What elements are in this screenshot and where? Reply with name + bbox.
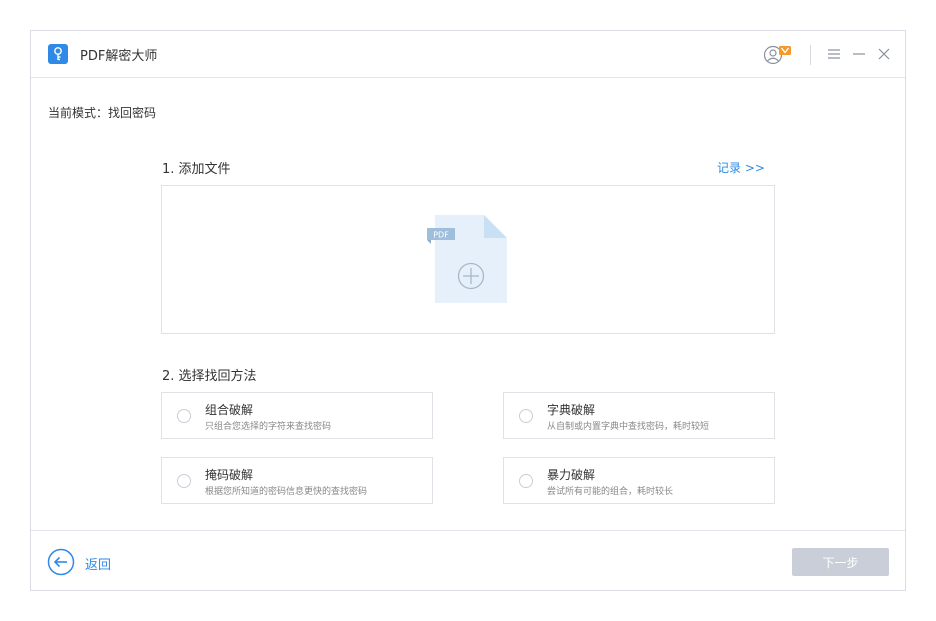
method-title: 掩码破解 xyxy=(205,468,254,482)
mode-value: 找回密码 xyxy=(108,106,157,120)
titlebar-divider xyxy=(810,45,811,65)
pdf-badge: PDF xyxy=(433,231,449,240)
method-option-brute-force[interactable]: 暴力破解 尝试所有可能的组合，耗时较长 xyxy=(503,457,775,504)
app-window: PDF解密大师 当前模式：找回密码 1. 添加文件 记录 >> PDF 2. 选… xyxy=(30,30,906,591)
back-button[interactable]: 返回 xyxy=(85,554,111,573)
radio-button[interactable] xyxy=(177,409,191,423)
next-step-button[interactable]: 下一步 xyxy=(792,548,889,576)
method-heading: 2. 选择找回方法 xyxy=(162,369,257,384)
title-bar: PDF解密大师 xyxy=(31,31,905,78)
radio-button[interactable] xyxy=(177,474,191,488)
records-link[interactable]: 记录 >> xyxy=(717,159,765,176)
method-option-mask[interactable]: 掩码破解 根据您所知道的密码信息更快的查找密码 xyxy=(161,457,433,504)
user-account-icon[interactable] xyxy=(762,43,796,67)
method-title: 组合破解 xyxy=(205,403,254,417)
method-description: 尝试所有可能的组合，耗时较长 xyxy=(547,487,674,497)
app-title: PDF解密大师 xyxy=(80,49,158,64)
mode-label: 当前模式： xyxy=(48,106,109,120)
menu-icon[interactable] xyxy=(824,43,844,65)
add-file-heading: 1. 添加文件 xyxy=(162,162,231,177)
close-icon[interactable] xyxy=(874,43,894,65)
method-option-combination[interactable]: 组合破解 只组合您选择的字符来查找密码 xyxy=(161,392,433,439)
current-mode: 当前模式：找回密码 xyxy=(48,104,156,121)
method-option-dictionary[interactable]: 字典破解 从自制或内置字典中查找密码，耗时较短 xyxy=(503,392,775,439)
method-description: 从自制或内置字典中查找密码，耗时较短 xyxy=(547,422,710,432)
method-description: 只组合您选择的字符来查找密码 xyxy=(205,422,332,432)
back-arrow-icon[interactable] xyxy=(47,548,75,576)
radio-button[interactable] xyxy=(519,409,533,423)
file-drop-zone[interactable]: PDF xyxy=(161,185,775,334)
radio-button[interactable] xyxy=(519,474,533,488)
method-title: 字典破解 xyxy=(547,403,596,417)
minimize-icon[interactable] xyxy=(849,43,869,65)
method-title: 暴力破解 xyxy=(547,468,596,482)
add-pdf-icon[interactable]: PDF xyxy=(427,213,509,305)
footer-bar: 返回 下一步 xyxy=(31,530,905,590)
method-description: 根据您所知道的密码信息更快的查找密码 xyxy=(205,487,368,497)
key-icon xyxy=(48,44,68,64)
